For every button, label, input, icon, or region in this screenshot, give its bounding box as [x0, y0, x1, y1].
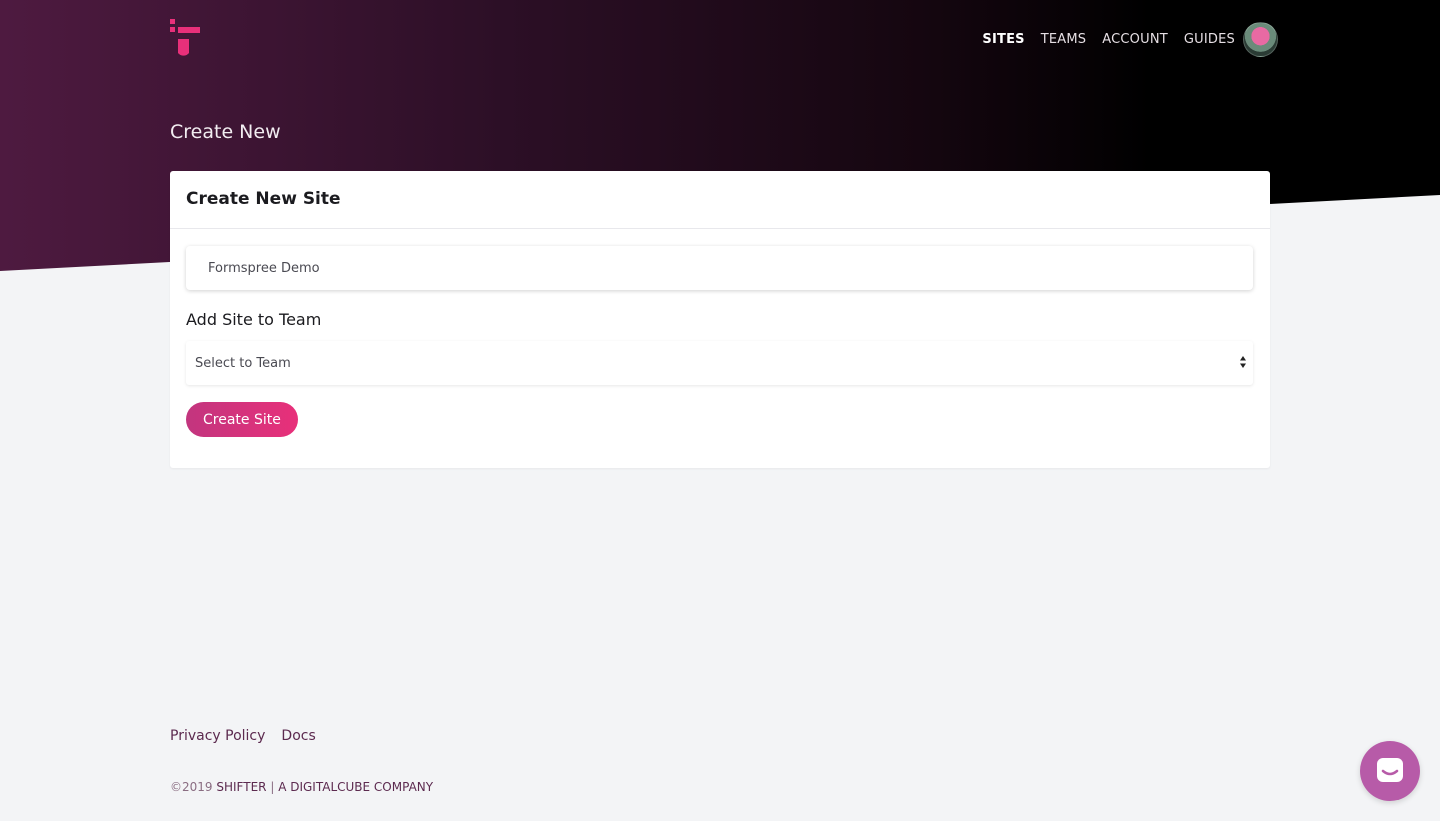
- shifter-logo-icon[interactable]: [170, 19, 200, 59]
- footer-link-docs[interactable]: Docs: [281, 728, 315, 744]
- card-body: Add Site to Team Select to Team Create S…: [170, 229, 1270, 437]
- nav-account[interactable]: ACCOUNT: [1102, 32, 1168, 47]
- chat-launcher-button[interactable]: [1360, 741, 1420, 801]
- top-nav: SITES TEAMS ACCOUNT GUIDES: [966, 22, 1278, 57]
- copyright-year: ©2019: [170, 780, 213, 794]
- copyright-company: A DIGITALCUBE COMPANY: [278, 780, 434, 794]
- team-select-value: Select to Team: [195, 355, 291, 371]
- chat-icon: [1377, 758, 1403, 782]
- card-header: Create New Site: [170, 171, 1270, 229]
- nav-guides[interactable]: GUIDES: [1184, 32, 1235, 47]
- page-title: Create New: [170, 121, 281, 143]
- nav-teams[interactable]: TEAMS: [1041, 32, 1087, 47]
- site-name-input[interactable]: [186, 246, 1253, 290]
- create-site-card: Create New Site Add Site to Team Select …: [170, 171, 1270, 468]
- copyright-brand: SHIFTER: [216, 780, 267, 794]
- team-section-label: Add Site to Team: [186, 310, 322, 329]
- footer-links: Privacy Policy Docs: [170, 728, 332, 744]
- copyright-separator: |: [270, 780, 275, 794]
- copyright: ©2019 SHIFTER | A DIGITALCUBE COMPANY: [170, 780, 433, 794]
- sort-arrows-icon: [1240, 356, 1246, 368]
- team-select[interactable]: Select to Team: [186, 341, 1253, 385]
- user-avatar[interactable]: [1243, 22, 1278, 57]
- footer-link-privacy-policy[interactable]: Privacy Policy: [170, 728, 265, 744]
- card-title: Create New Site: [186, 189, 341, 209]
- nav-sites[interactable]: SITES: [982, 32, 1024, 47]
- create-site-button[interactable]: Create Site: [186, 402, 298, 437]
